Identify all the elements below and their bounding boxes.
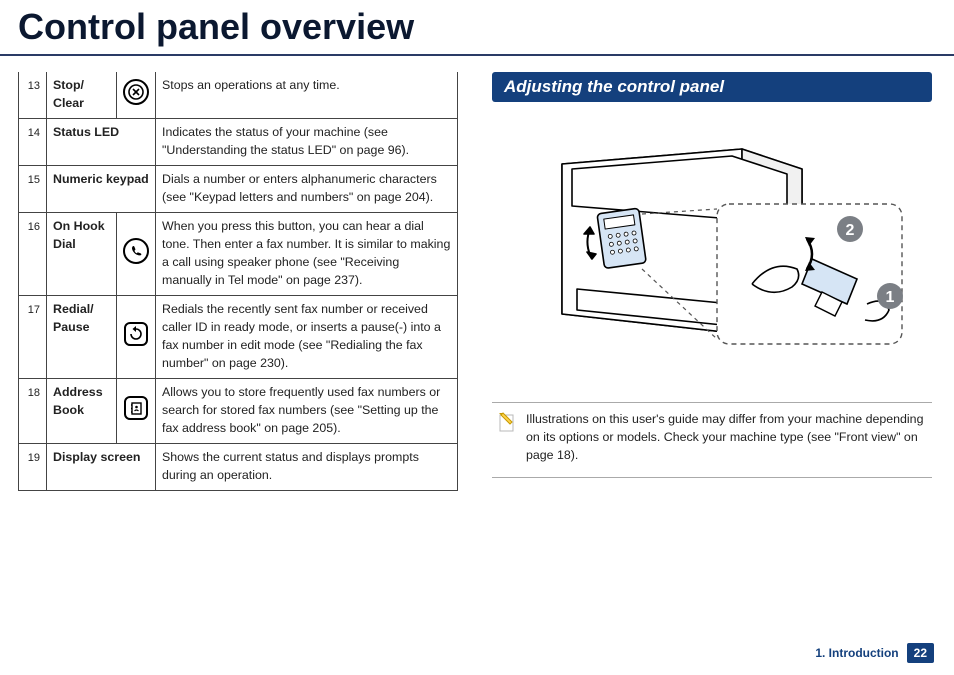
note-box: Illustrations on this user's guide may d… xyxy=(492,402,932,478)
control-panel-table: 13 Stop/ Clear Stops an operations at an… xyxy=(18,72,458,491)
row-desc: Dials a number or enters alphanumeric ch… xyxy=(156,165,458,212)
printer-illustration: 2 1 xyxy=(492,114,932,394)
table-row: 18 Address Book xyxy=(19,378,458,443)
row-desc: When you press this button, you can hear… xyxy=(156,212,458,295)
row-desc: Allows you to store frequently used fax … xyxy=(156,378,458,443)
stop-clear-icon xyxy=(123,94,149,108)
row-name: Address Book xyxy=(47,378,117,443)
right-column: Adjusting the control panel xyxy=(492,72,932,491)
callout-one: 1 xyxy=(886,289,895,306)
row-icon-cell xyxy=(117,378,156,443)
row-number: 16 xyxy=(19,212,47,295)
row-desc: Shows the current status and displays pr… xyxy=(156,443,458,490)
row-name: Numeric keypad xyxy=(47,165,156,212)
row-icon-cell xyxy=(117,72,156,118)
table-row: 13 Stop/ Clear Stops an operations at an… xyxy=(19,72,458,118)
left-column: 13 Stop/ Clear Stops an operations at an… xyxy=(18,72,458,491)
table-row: 17 Redial/ Pause Redials the recently se… xyxy=(19,295,458,378)
section-header: Adjusting the control panel xyxy=(492,72,932,102)
row-number: 18 xyxy=(19,378,47,443)
row-desc: Indicates the status of your machine (se… xyxy=(156,118,458,165)
row-number: 14 xyxy=(19,118,47,165)
row-icon-cell xyxy=(117,212,156,295)
row-name: Stop/ Clear xyxy=(47,72,117,118)
row-icon-cell xyxy=(117,295,156,378)
row-number: 17 xyxy=(19,295,47,378)
table-row: 19 Display screen Shows the current stat… xyxy=(19,443,458,490)
page-number: 22 xyxy=(907,643,934,663)
page-footer: 1. Introduction 22 xyxy=(815,643,934,663)
row-number: 13 xyxy=(19,72,47,118)
page-title: Control panel overview xyxy=(0,0,954,56)
table-row: 14 Status LED Indicates the status of yo… xyxy=(19,118,458,165)
redial-pause-icon xyxy=(123,336,149,350)
table-row: 15 Numeric keypad Dials a number or ente… xyxy=(19,165,458,212)
pencil-note-icon xyxy=(498,411,516,465)
row-name: On Hook Dial xyxy=(47,212,117,295)
row-desc: Stops an operations at any time. xyxy=(156,72,458,118)
row-name: Display screen xyxy=(47,443,156,490)
on-hook-dial-icon xyxy=(123,253,149,267)
row-name: Status LED xyxy=(47,118,156,165)
row-number: 15 xyxy=(19,165,47,212)
callout-two: 2 xyxy=(846,222,855,239)
note-text: Illustrations on this user's guide may d… xyxy=(526,411,926,465)
chapter-label: 1. Introduction xyxy=(815,646,898,660)
table-row: 16 On Hook Dial When you press this butt… xyxy=(19,212,458,295)
address-book-icon xyxy=(123,410,149,424)
row-desc: Redials the recently sent fax number or … xyxy=(156,295,458,378)
row-name: Redial/ Pause xyxy=(47,295,117,378)
row-number: 19 xyxy=(19,443,47,490)
